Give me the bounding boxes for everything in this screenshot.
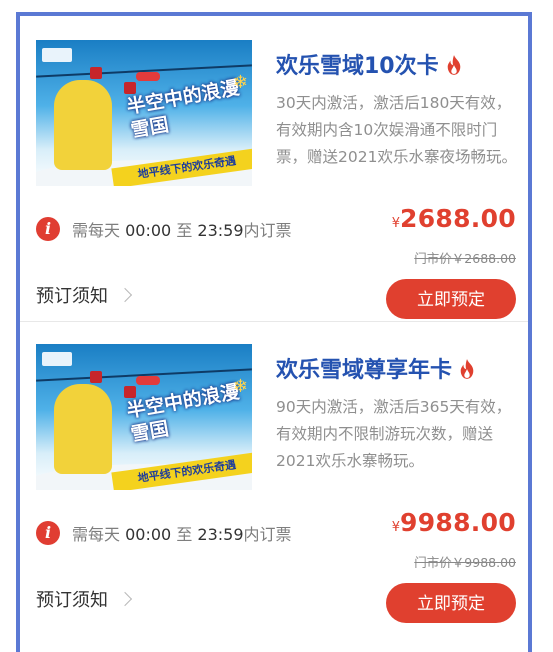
notice-mid: 至 bbox=[176, 525, 193, 544]
product-title-text: 欢乐雪域尊享年卡 bbox=[276, 358, 453, 383]
product-title[interactable]: 欢乐雪域10次卡 bbox=[276, 48, 463, 80]
original-price: 门市价￥9988.00 bbox=[414, 555, 516, 570]
booking-time-notice: i 需每天 00:00 至 23:59内订票 bbox=[36, 518, 292, 548]
notice-start-time: 00:00 bbox=[125, 525, 172, 544]
park-logo bbox=[42, 48, 72, 62]
notice-end-time: 23:59 bbox=[197, 221, 244, 240]
notice-text: 需每天 00:00 至 23:59内订票 bbox=[72, 217, 292, 241]
notice-text: 需每天 00:00 至 23:59内订票 bbox=[72, 521, 292, 545]
price-amount: 2688.00 bbox=[400, 204, 516, 233]
ticket-list-panel: 半空中的浪漫雪国 地平线下的欢乐奇遇 ❄ 欢乐雪域10次卡 30天内激活，激活后… bbox=[16, 12, 532, 652]
product-description: 30天内激活，激活后180天有效，有效期内含10次娱滑通不限时门票，赠送2021… bbox=[276, 94, 517, 166]
booking-notes-link[interactable]: 预订须知 bbox=[36, 586, 133, 612]
image-badge bbox=[136, 72, 160, 81]
booking-notes-label: 预订须知 bbox=[36, 590, 108, 611]
info-icon: i bbox=[36, 521, 60, 545]
gondola-icon bbox=[90, 67, 102, 79]
booking-time-notice: i 需每天 00:00 至 23:59内订票 bbox=[36, 214, 292, 244]
price-amount: 9988.00 bbox=[400, 508, 516, 537]
fire-icon bbox=[447, 55, 460, 75]
info-icon: i bbox=[36, 217, 60, 241]
notice-end-time: 23:59 bbox=[197, 525, 244, 544]
product-title-text: 欢乐雪域10次卡 bbox=[276, 54, 439, 79]
product-title[interactable]: 欢乐雪域尊享年卡 bbox=[276, 352, 476, 384]
product-image[interactable]: 半空中的浪漫雪国 地平线下的欢乐奇遇 ❄ bbox=[36, 40, 252, 186]
skier-figure bbox=[54, 384, 112, 474]
gondola-icon bbox=[124, 82, 136, 94]
notice-suffix: 内订票 bbox=[243, 525, 292, 544]
card-divider bbox=[20, 321, 528, 322]
price-currency: ¥ bbox=[391, 520, 401, 535]
skier-figure bbox=[54, 80, 112, 170]
notice-prefix: 需每天 bbox=[72, 525, 121, 544]
chevron-right-icon bbox=[117, 287, 133, 303]
notice-mid: 至 bbox=[176, 221, 193, 240]
price: ¥2688.00 bbox=[392, 204, 516, 233]
price-currency: ¥ bbox=[391, 216, 401, 231]
chevron-right-icon bbox=[117, 591, 133, 607]
gondola-icon bbox=[90, 371, 102, 383]
notice-start-time: 00:00 bbox=[125, 221, 172, 240]
product-image[interactable]: 半空中的浪漫雪国 地平线下的欢乐奇遇 ❄ bbox=[36, 344, 252, 490]
image-badge bbox=[136, 376, 160, 385]
gondola-icon bbox=[124, 386, 136, 398]
product-description: 90天内激活，激活后365天有效，有效期内不限制游玩次数，赠送2021欢乐水寨畅… bbox=[276, 398, 512, 470]
original-price: 门市价￥2688.00 bbox=[414, 251, 516, 266]
fire-icon bbox=[460, 359, 474, 379]
notice-suffix: 内订票 bbox=[243, 221, 292, 240]
booking-notes-label: 预订须知 bbox=[36, 286, 108, 307]
book-now-button[interactable]: 立即预定 bbox=[386, 583, 516, 623]
park-logo bbox=[42, 352, 72, 366]
notice-prefix: 需每天 bbox=[72, 221, 121, 240]
snowflake-icon: ❄ bbox=[232, 72, 248, 93]
snowflake-icon: ❄ bbox=[232, 376, 248, 397]
price: ¥9988.00 bbox=[392, 508, 516, 537]
booking-notes-link[interactable]: 预订须知 bbox=[36, 282, 133, 308]
book-now-button[interactable]: 立即预定 bbox=[386, 279, 516, 319]
